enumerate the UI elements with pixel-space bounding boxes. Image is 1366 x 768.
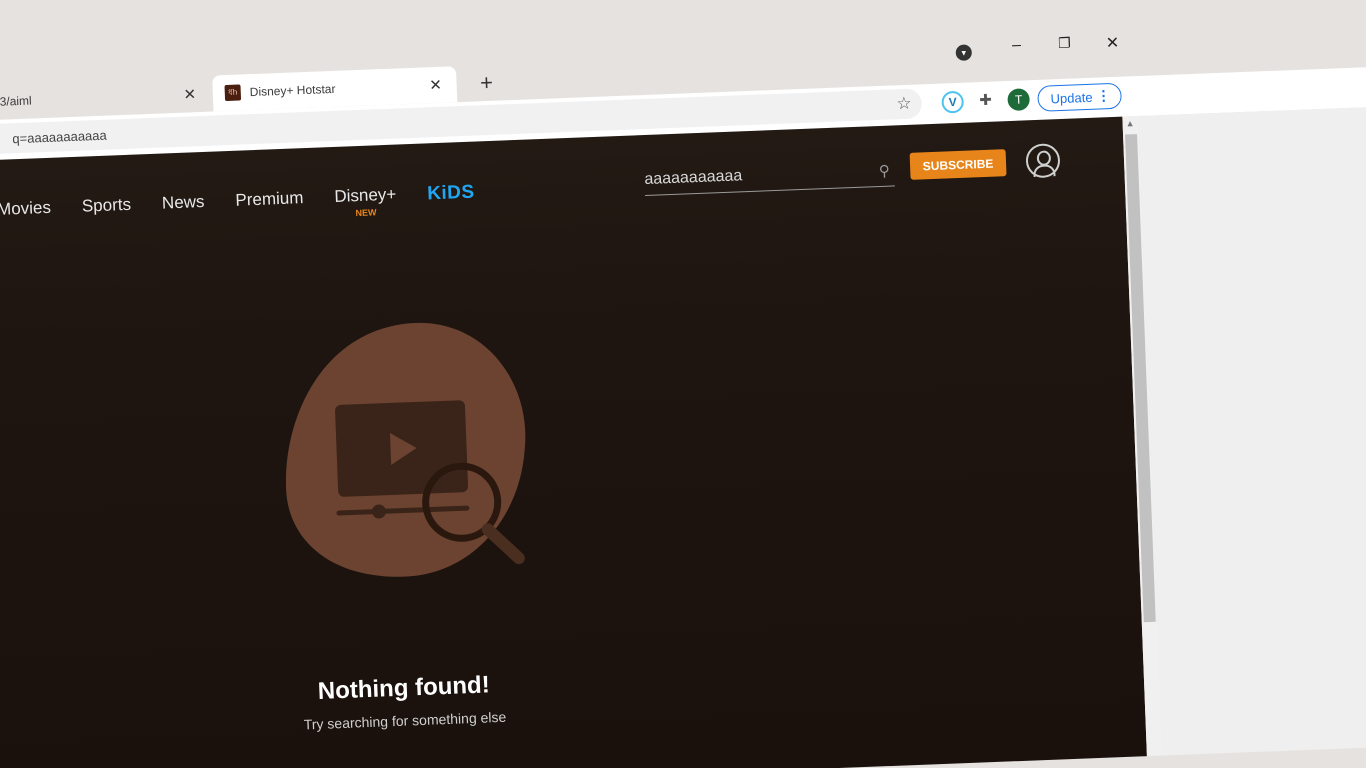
- search-field[interactable]: ⚲: [643, 155, 895, 197]
- address-text: q=aaaaaaaaaaa: [12, 127, 107, 146]
- empty-state-title: Nothing found!: [317, 671, 491, 705]
- empty-state-subtitle: Try searching for something else: [303, 708, 507, 733]
- tab-title: 99002523/aiml: [0, 93, 32, 111]
- bookmark-star-icon[interactable]: ☆: [896, 94, 912, 115]
- search-icon[interactable]: ⚲: [874, 161, 895, 180]
- nav-movies[interactable]: Movies: [0, 198, 51, 220]
- tab-title: Disney+ Hotstar: [249, 81, 336, 100]
- nav-premium[interactable]: Premium: [235, 188, 304, 211]
- update-label: Update: [1050, 89, 1093, 106]
- search-input[interactable]: [644, 162, 875, 190]
- nav-sports[interactable]: Sports: [82, 195, 132, 217]
- new-tab-button[interactable]: +: [474, 70, 499, 97]
- side-blank-area: [1138, 105, 1366, 756]
- nav-disney-plus-label: Disney+: [334, 184, 397, 206]
- nav-disney-plus[interactable]: Disney+ NEW: [334, 184, 397, 219]
- nav-kids[interactable]: KiDS: [427, 182, 475, 206]
- menu-dots-icon[interactable]: ⋮: [1096, 87, 1111, 105]
- scroll-up-arrow-icon[interactable]: ▲: [1125, 118, 1134, 128]
- close-icon[interactable]: ✕: [426, 76, 445, 95]
- page-viewport: Movies Sports News Premium Disney+ NEW K…: [0, 116, 1147, 768]
- update-button[interactable]: Update ⋮: [1037, 82, 1123, 112]
- close-icon[interactable]: ✕: [180, 85, 199, 104]
- screen: 99002523/aiml ✕ ধh Disney+ Hotstar ✕ + ▾…: [0, 0, 1366, 768]
- minimize-button[interactable]: –: [999, 36, 1034, 65]
- restore-button[interactable]: ❐: [1047, 34, 1082, 63]
- browser-window: 99002523/aiml ✕ ধh Disney+ Hotstar ✕ + ▾…: [0, 21, 1366, 768]
- window-close-button[interactable]: ✕: [1095, 32, 1130, 61]
- nav-news[interactable]: News: [162, 192, 205, 214]
- subscribe-button[interactable]: SUBSCRIBE: [909, 149, 1007, 180]
- new-badge: NEW: [355, 207, 377, 219]
- v-extension-icon[interactable]: V: [941, 90, 965, 114]
- tab-search-icon[interactable]: ▾: [955, 44, 973, 61]
- puzzle-icon[interactable]: ✚: [974, 89, 997, 112]
- user-profile-icon[interactable]: [1025, 143, 1061, 179]
- no-results-illustration: [285, 323, 526, 577]
- main-nav: Movies Sports News Premium Disney+ NEW K…: [0, 180, 506, 222]
- profile-avatar[interactable]: T: [1007, 88, 1031, 112]
- hotstar-favicon-icon: ধh: [224, 84, 242, 102]
